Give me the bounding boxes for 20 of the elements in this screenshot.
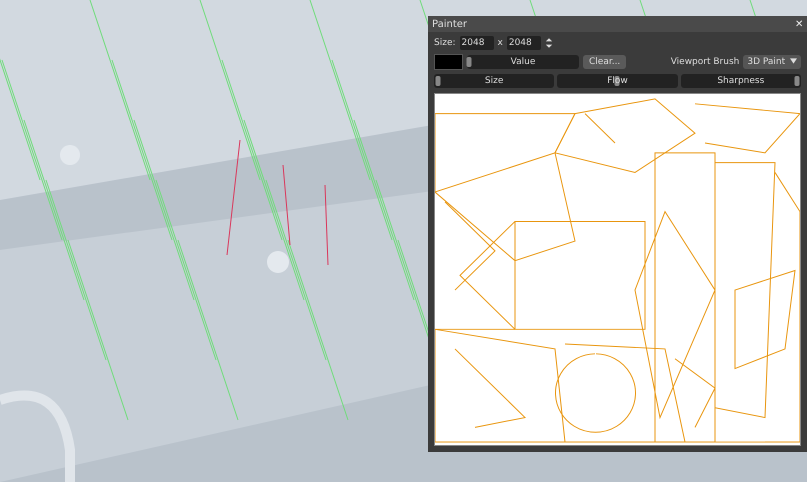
width-field[interactable]: 2048 [460,36,494,50]
brush-slider[interactable]: Flow [557,74,678,88]
brush-dropdown[interactable]: 3D Paint [743,54,801,68]
slider-handle[interactable] [435,76,440,86]
viewport-brush-label: Viewport Brush [670,56,740,66]
separator-label: x [498,38,503,48]
slider-handle[interactable] [794,76,800,86]
value-slider[interactable]: Value [467,54,579,68]
caret-icon [790,58,797,64]
brush-slider[interactable]: Size [434,74,554,88]
size-label: Size: [434,38,456,48]
spinner-icon[interactable] [544,36,553,48]
close-button[interactable]: ✕ [795,18,803,30]
clear-button[interactable]: Clear... [583,54,626,68]
color-swatch[interactable] [434,54,463,70]
slider-handle[interactable] [614,76,620,86]
slider-handle[interactable] [466,56,472,66]
height-field[interactable]: 2048 [506,36,541,50]
window-title: Painter [432,18,468,30]
brush-slider[interactable]: Sharpness [680,74,801,88]
